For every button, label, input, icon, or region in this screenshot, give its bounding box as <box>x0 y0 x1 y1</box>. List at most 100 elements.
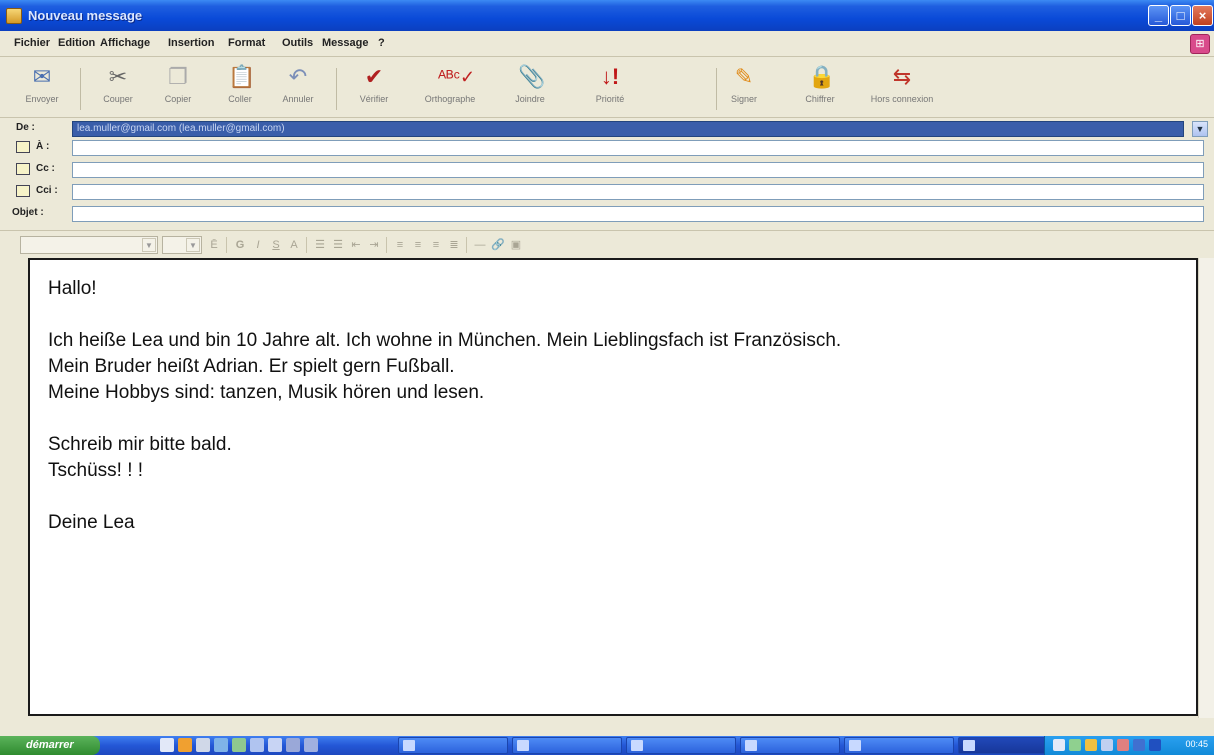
menu-help[interactable]: ? <box>378 37 385 49</box>
body-line: Hallo! <box>48 278 97 299</box>
minimize-button[interactable]: _ <box>1148 5 1169 26</box>
subject-label: Objet : <box>12 207 44 218</box>
cut-button[interactable]: ✂ Couper <box>88 62 148 114</box>
task-button[interactable] <box>626 737 736 754</box>
address-book-icon[interactable] <box>16 163 30 175</box>
justify-icon[interactable]: ≣ <box>446 237 462 253</box>
spelling-button[interactable]: ᴬᴮᶜ✓ Orthographe <box>420 62 480 114</box>
encrypt-label: Chiffrer <box>805 94 835 104</box>
cc-field[interactable] <box>72 162 1204 178</box>
menu-format[interactable]: Format <box>228 37 265 49</box>
quicklaunch-icon[interactable] <box>250 738 264 752</box>
menu-message[interactable]: Message <box>322 37 368 49</box>
quicklaunch-icon[interactable] <box>286 738 300 752</box>
check-names-icon: ✔ <box>364 64 384 89</box>
send-button[interactable]: ✉ Envoyer <box>12 62 72 114</box>
menu-tools[interactable]: Outils <box>282 37 313 49</box>
paperclip-icon: 📎 <box>518 64 546 89</box>
vertical-scrollbar[interactable] <box>1198 258 1214 718</box>
copy-label: Copier <box>164 94 192 104</box>
paragraph-style-icon[interactable]: Ē <box>206 237 222 253</box>
quicklaunch-icon[interactable] <box>268 738 282 752</box>
align-left-icon[interactable]: ≡ <box>392 237 408 253</box>
quicklaunch-icon[interactable] <box>232 738 246 752</box>
windows-flag-icon: ⊞ <box>1190 34 1210 54</box>
check-names-button[interactable]: ✔ Vérifier <box>344 62 404 114</box>
maximize-button[interactable]: □ <box>1170 5 1191 26</box>
bcc-label: Cci : <box>36 185 58 196</box>
insert-picture-icon[interactable]: ▣ <box>508 237 524 253</box>
tray-icon[interactable] <box>1133 739 1145 751</box>
to-field[interactable] <box>72 140 1204 156</box>
bullet-list-icon[interactable]: ☰ <box>330 237 346 253</box>
outlook-express-compose-window: Nouveau message _ □ × Fichier Edition Af… <box>0 0 1214 755</box>
menu-insert[interactable]: Insertion <box>168 37 214 49</box>
offline-icon: ⇆ <box>892 64 912 89</box>
paste-label: Coller <box>228 94 252 104</box>
italic-icon[interactable]: I <box>250 237 266 253</box>
align-center-icon[interactable]: ≡ <box>410 237 426 253</box>
message-body[interactable]: Hallo! Ich heiße Lea und bin 10 Jahre al… <box>28 258 1198 716</box>
quicklaunch-icon[interactable] <box>178 738 192 752</box>
system-tray: 00:45 <box>1044 736 1214 755</box>
quicklaunch-icon[interactable] <box>214 738 228 752</box>
font-size-select[interactable]: ▼ <box>162 236 202 254</box>
body-line: Deine Lea <box>48 512 135 533</box>
hyperlink-icon[interactable]: 🔗 <box>490 237 506 253</box>
menu-edit[interactable]: Edition <box>58 37 95 49</box>
subject-field[interactable] <box>72 206 1204 222</box>
close-button[interactable]: × <box>1192 5 1213 26</box>
tray-icon[interactable] <box>1101 739 1113 751</box>
send-icon: ✉ <box>32 64 52 89</box>
address-book-icon[interactable] <box>16 141 30 153</box>
tray-icon[interactable] <box>1069 739 1081 751</box>
body-line: Schreib mir bitte bald. <box>48 434 232 455</box>
priority-button[interactable]: ↓! Priorité <box>580 62 640 114</box>
task-button[interactable] <box>512 737 622 754</box>
task-button[interactable] <box>740 737 840 754</box>
quicklaunch-icon[interactable] <box>304 738 318 752</box>
task-button[interactable] <box>398 737 508 754</box>
quicklaunch-icon[interactable] <box>196 738 210 752</box>
sign-label: Signer <box>730 94 757 104</box>
taskbar: démarrer 00:45 <box>0 736 1214 755</box>
attach-label: Joindre <box>515 94 545 104</box>
bold-icon[interactable]: G <box>232 237 248 253</box>
bcc-field[interactable] <box>72 184 1204 200</box>
font-name-select[interactable]: ▼ <box>20 236 158 254</box>
from-label: De : <box>16 122 35 133</box>
font-color-icon[interactable]: A <box>286 237 302 253</box>
cut-label: Couper <box>103 94 133 104</box>
encrypt-button[interactable]: 🔒 Chiffrer <box>790 62 850 114</box>
app-envelope-icon <box>6 8 22 24</box>
menu-file[interactable]: Fichier <box>14 37 50 49</box>
start-button[interactable]: démarrer <box>0 736 100 755</box>
copy-button[interactable]: ❐ Copier <box>148 62 208 114</box>
align-right-icon[interactable]: ≡ <box>428 237 444 253</box>
undo-icon: ↶ <box>288 64 308 89</box>
tray-icon[interactable] <box>1085 739 1097 751</box>
tray-icon[interactable] <box>1053 739 1065 751</box>
paste-button[interactable]: 📋 Coller <box>210 62 270 114</box>
sign-button[interactable]: ✎ Signer <box>714 62 774 114</box>
horizontal-line-icon[interactable]: — <box>472 237 488 253</box>
tray-icon[interactable] <box>1149 739 1161 751</box>
title-bar: Nouveau message _ □ × <box>0 0 1214 31</box>
send-label: Envoyer <box>25 94 59 104</box>
from-field[interactable]: lea.muller@gmail.com (lea.muller@gmail.c… <box>72 121 1184 137</box>
address-book-icon[interactable] <box>16 185 30 197</box>
chevron-down-icon[interactable]: ▼ <box>1192 121 1208 137</box>
task-button[interactable] <box>844 737 954 754</box>
tray-icon[interactable] <box>1117 739 1129 751</box>
decrease-indent-icon[interactable]: ⇤ <box>348 237 364 253</box>
underline-icon[interactable]: S <box>268 237 284 253</box>
increase-indent-icon[interactable]: ⇥ <box>366 237 382 253</box>
scissors-icon: ✂ <box>108 64 128 89</box>
undo-button[interactable]: ↶ Annuler <box>268 62 328 114</box>
attach-button[interactable]: 📎 Joindre <box>500 62 560 114</box>
toolbar: ✉ Envoyer ✂ Couper ❐ Copier 📋 Coller ↶ A… <box>0 58 1214 118</box>
offline-button[interactable]: ⇆ Hors connexion <box>862 62 942 114</box>
numbered-list-icon[interactable]: ☰ <box>312 237 328 253</box>
menu-view[interactable]: Affichage <box>100 37 150 49</box>
quicklaunch-icon[interactable] <box>160 738 174 752</box>
